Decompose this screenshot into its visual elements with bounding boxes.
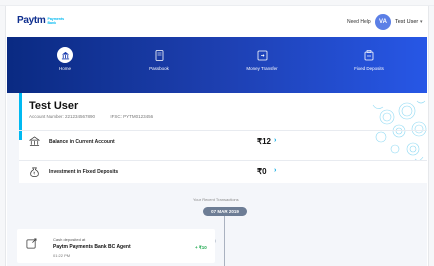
account-number: Account Number: 221234567890 (29, 114, 96, 119)
bezel-top (0, 0, 434, 6)
need-help-link[interactable]: Need Help (347, 19, 371, 25)
nav-label: Passbook (149, 66, 169, 71)
bezel-right (428, 6, 434, 266)
cash-deposit-icon (26, 238, 37, 249)
top-bar: Paytm Payments Bank Need Help VA Test Us… (7, 7, 427, 37)
fixed-deposit-icon (361, 47, 377, 63)
bezel-left (0, 6, 6, 266)
paytm-logo[interactable]: Paytm Payments Bank (17, 15, 70, 26)
nav-item-passbook[interactable]: Passbook (129, 47, 189, 71)
nav-item-home[interactable]: Home (35, 47, 95, 71)
main-nav: Home Passbook Money Transfer Fixed Depos… (7, 37, 427, 93)
avatar[interactable]: VA (375, 14, 391, 30)
transaction-party: Paytm Payments Bank BC Agent (53, 244, 131, 250)
app-screen: Paytm Payments Bank Need Help VA Test Us… (7, 7, 427, 266)
chevron-right-icon[interactable]: › (274, 137, 276, 144)
logo-subtitle: Payments Bank (47, 16, 65, 25)
account-card: Test User Account Number: 221234567890 I… (19, 93, 427, 183)
timeline-line (224, 216, 225, 266)
fixed-deposit-label: Investment in Fixed Deposits (49, 169, 119, 175)
nav-label: Home (58, 66, 71, 71)
transaction-amount: + ₹10 (195, 245, 207, 250)
account-holder-name: Test User (29, 100, 79, 112)
account-meta: Account Number: 221234567890 IFSC: PYTM0… (29, 114, 167, 119)
svg-text:₹: ₹ (33, 172, 36, 176)
fixed-deposit-row[interactable]: ₹ Investment in Fixed Deposits ₹0 › (19, 160, 427, 182)
money-bag-icon: ₹ (30, 167, 39, 177)
fixed-deposit-amount: ₹0 (257, 167, 267, 176)
nav-item-money-transfer[interactable]: Money Transfer (232, 47, 292, 71)
nav-label: Money Transfer (246, 66, 278, 71)
chevron-right-icon[interactable]: › (274, 167, 276, 174)
balance-amount: ₹12 (257, 137, 271, 146)
recent-transactions-title: Your Recent Transactions (193, 197, 239, 202)
ifsc-code: IFSC: PYTM0123456 (110, 114, 154, 119)
user-menu-name[interactable]: Test User (395, 19, 418, 25)
date-pill: 07 MAR 2019 (203, 207, 247, 216)
logo-wordmark: Paytm (17, 15, 46, 26)
balance-label: Balance in Current Account (49, 139, 115, 145)
device-frame: Paytm Payments Bank Need Help VA Test Us… (0, 0, 434, 266)
transaction-card[interactable]: Cash deposited at Paytm Payments Bank BC… (17, 229, 215, 263)
transaction-type: Cash deposited at (53, 237, 86, 242)
chevron-down-icon[interactable]: ▾ (420, 19, 423, 25)
balance-row[interactable]: Balance in Current Account ₹12 › (19, 130, 427, 152)
money-transfer-icon (254, 47, 270, 63)
nav-item-fixed-deposits[interactable]: Fixed Deposits (339, 47, 399, 71)
bank-icon (29, 136, 40, 146)
nav-label: Fixed Deposits (354, 66, 384, 71)
passbook-icon (151, 47, 167, 63)
bank-icon (57, 47, 73, 63)
transaction-time: 01:22 PM (53, 253, 71, 258)
